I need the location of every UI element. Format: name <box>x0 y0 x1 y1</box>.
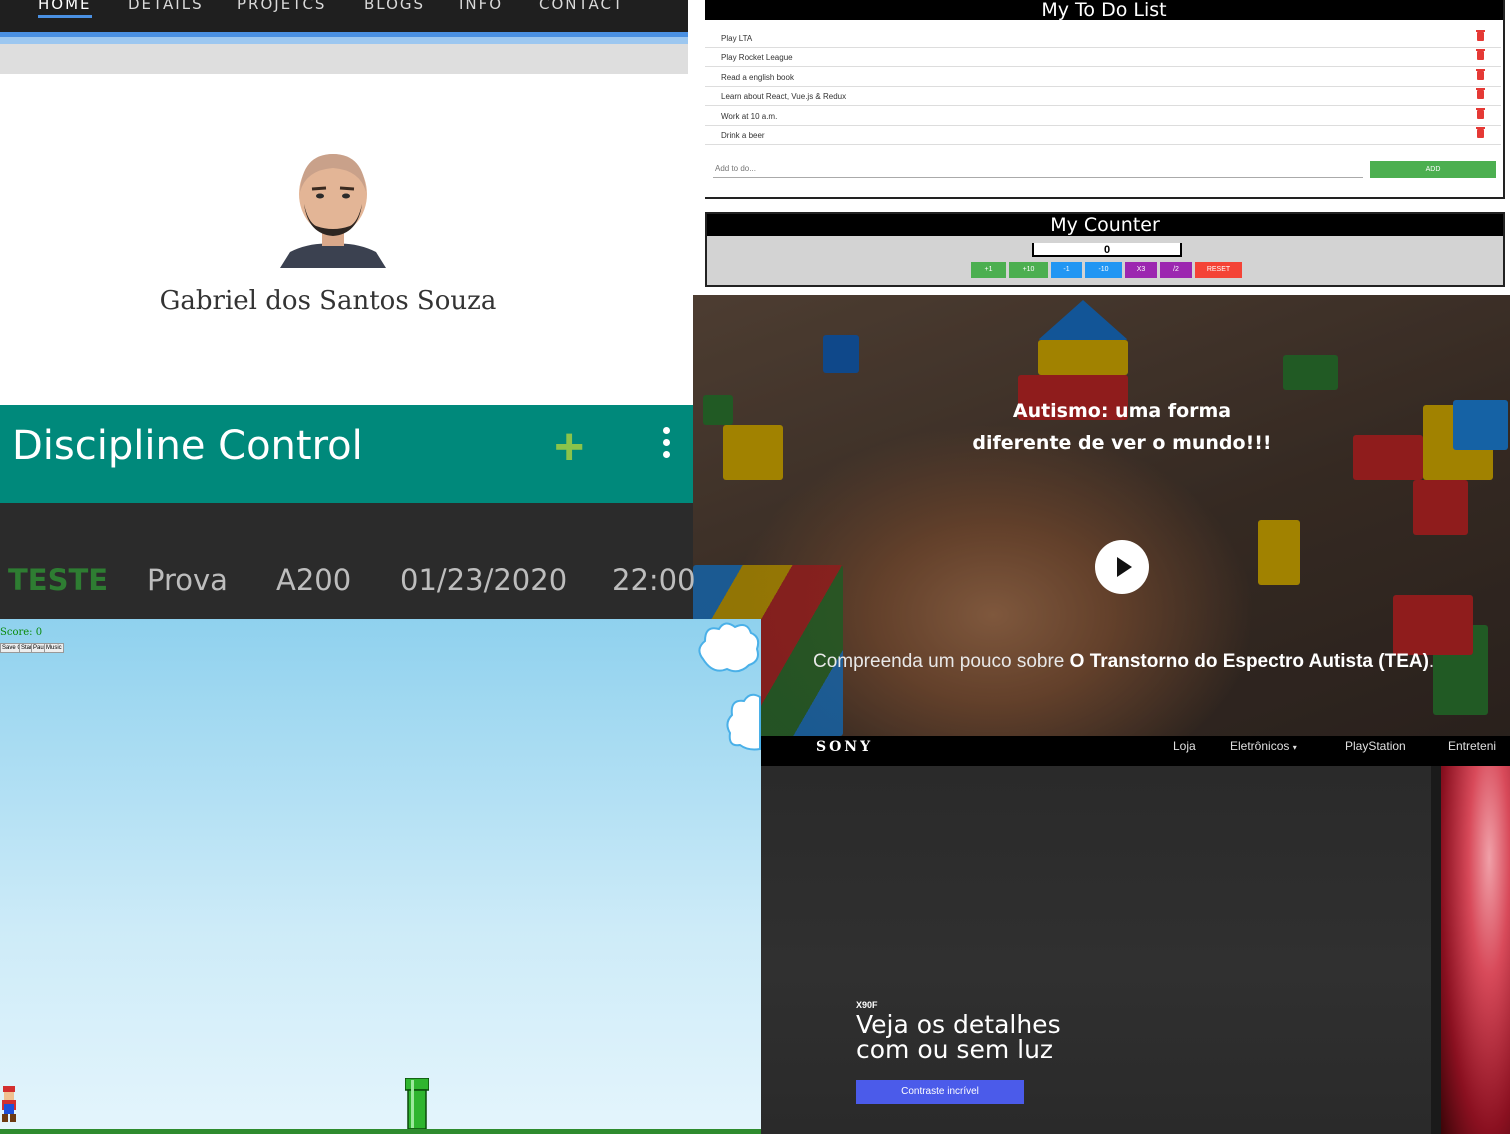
chevron-down-icon: ▾ <box>1292 743 1297 752</box>
todo-panel: My To Do List Play LTA Play Rocket Leagu… <box>705 0 1505 199</box>
todo-item: Learn about React, Vue.js & Redux <box>705 86 1501 106</box>
trash-icon[interactable] <box>1476 30 1485 41</box>
autism-hero: Autismo: uma forma diferente de ver o mu… <box>693 295 1510 736</box>
counter-panel: My Counter 0 +1 +10 -1 -10 X3 /2 RESET <box>705 212 1505 287</box>
header-accent-bar <box>0 32 688 44</box>
counter-value: 0 <box>1032 243 1182 257</box>
add-todo-button[interactable]: ADD <box>1370 161 1496 178</box>
nav-blogs[interactable]: BLOGS <box>364 0 425 13</box>
portfolio-navbar: HOME DETAILS PROJETCS BLOGS INFO CONTACT <box>0 0 688 32</box>
add-icon[interactable]: + <box>554 421 584 473</box>
nav-info[interactable]: INFO <box>459 0 503 13</box>
hero-headline-line1: Autismo: uma forma <box>1012 400 1232 422</box>
contrast-button[interactable]: Contraste incrível <box>856 1080 1024 1104</box>
rose-image <box>1441 766 1510 1134</box>
discipline-app: Discipline Control + TESTE Prova A200 01… <box>0 405 696 619</box>
nav-eletronicos[interactable]: Eletrônicos ▾ <box>1230 739 1297 753</box>
sony-headline: Veja os detalhes com ou sem luz <box>856 1012 1061 1062</box>
discipline-time: 22:00 <box>612 563 696 597</box>
nav-entretenimento[interactable]: Entreteni <box>1448 739 1496 753</box>
sony-logo[interactable]: SONY <box>816 739 873 755</box>
increment-10-button[interactable]: +10 <box>1009 262 1048 278</box>
todo-item-text: Drink a beer <box>721 131 765 140</box>
header-gray-strip <box>0 44 688 74</box>
todo-input[interactable] <box>713 160 1363 178</box>
discipline-date: 01/23/2020 <box>400 563 568 597</box>
tv-hero <box>761 766 1510 1134</box>
increment-1-button[interactable]: +1 <box>971 262 1006 278</box>
portfolio-panel: HOME DETAILS PROJETCS BLOGS INFO CONTACT… <box>0 0 688 405</box>
music-button[interactable]: Music <box>44 643 64 653</box>
tv-model: X90F <box>856 1000 878 1010</box>
hero-headline: Autismo: uma forma diferente de ver o mu… <box>693 395 1510 459</box>
mario-game: Score: 0 Save Game Start Pause Music <box>0 619 761 1134</box>
trash-icon[interactable] <box>1476 69 1485 80</box>
profile-name: Gabriel dos Santos Souza <box>159 286 497 316</box>
nav-home[interactable]: HOME <box>38 0 92 18</box>
todo-item-text: Learn about React, Vue.js & Redux <box>721 92 847 101</box>
cloud-icon <box>726 693 761 751</box>
hero-subtitle-bold: O Transtorno do Espectro Autista (TEA) <box>1069 651 1429 672</box>
app-title: Discipline Control <box>12 423 363 469</box>
todo-item-text: Play LTA <box>721 34 753 43</box>
todo-item-text: Read a english book <box>721 73 794 82</box>
todo-item-text: Work at 10 a.m. <box>721 112 778 121</box>
todo-item: Play LTA <box>705 28 1501 48</box>
pipe-icon <box>405 1078 429 1129</box>
ground <box>0 1129 761 1134</box>
sony-headline-line1: Veja os detalhes <box>856 1010 1061 1039</box>
sony-page: SONY Loja Eletrônicos ▾ PlayStation Entr… <box>761 736 1510 1134</box>
trash-icon[interactable] <box>1476 88 1485 99</box>
trash-icon[interactable] <box>1476 127 1485 138</box>
nav-eletronicos-label: Eletrônicos <box>1230 739 1290 753</box>
sony-navbar: SONY Loja Eletrônicos ▾ PlayStation Entr… <box>761 736 1510 766</box>
decrement-1-button[interactable]: -1 <box>1051 262 1082 278</box>
todo-item: Drink a beer <box>705 125 1501 145</box>
nav-loja[interactable]: Loja <box>1173 739 1196 753</box>
nav-details[interactable]: DETAILS <box>128 0 204 13</box>
cloud-icon <box>698 622 760 673</box>
mario-icon[interactable] <box>0 1084 18 1124</box>
divide-2-button[interactable]: /2 <box>1160 262 1192 278</box>
reset-button[interactable]: RESET <box>1195 262 1242 278</box>
todo-item-text: Play Rocket League <box>721 53 793 62</box>
nav-playstation[interactable]: PlayStation <box>1345 739 1406 753</box>
hero-subtitle-prefix: Compreenda um pouco sobre <box>813 651 1070 672</box>
score-label: Score: 0 <box>0 627 43 638</box>
discipline-name[interactable]: TESTE <box>8 563 108 597</box>
todo-item: Work at 10 a.m. <box>705 106 1501 126</box>
discipline-type: Prova <box>147 563 228 597</box>
decrement-10-button[interactable]: -10 <box>1085 262 1122 278</box>
play-video-icon[interactable] <box>1095 540 1149 594</box>
todo-title: My To Do List <box>705 0 1503 20</box>
todo-item: Read a english book <box>705 67 1501 87</box>
todo-item: Play Rocket League <box>705 47 1501 67</box>
trash-icon[interactable] <box>1476 108 1485 119</box>
counter-title: My Counter <box>707 214 1503 236</box>
sony-headline-line2: com ou sem luz <box>856 1035 1054 1064</box>
discipline-room: A200 <box>276 563 352 597</box>
more-options-icon[interactable] <box>663 427 671 463</box>
app-bar: Discipline Control + <box>0 405 693 503</box>
hero-subtitle: Compreenda um pouco sobre O Transtorno d… <box>813 651 1434 673</box>
hero-subtitle-suffix: . <box>1428 651 1435 672</box>
nav-contact[interactable]: CONTACT <box>539 0 624 13</box>
nav-projects[interactable]: PROJETCS <box>237 0 326 13</box>
hero-headline-line2: diferente de ver o mundo!!! <box>972 432 1272 454</box>
trash-icon[interactable] <box>1476 49 1485 60</box>
multiply-3-button[interactable]: X3 <box>1125 262 1157 278</box>
avatar <box>280 154 386 268</box>
